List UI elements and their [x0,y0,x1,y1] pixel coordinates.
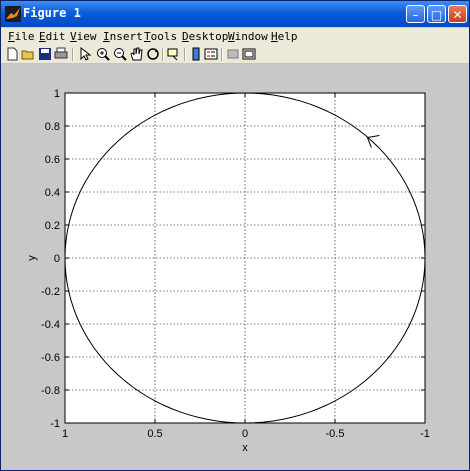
data-cursor-icon[interactable] [167,47,181,61]
colorbar-icon[interactable] [189,47,203,61]
y-tick-label: -1 [50,418,60,430]
y-tick-label: 0.2 [45,220,60,232]
menu-file[interactable]: File [8,30,35,43]
figure-canvas: 1 0.5 0 -0.5 -1 -1 -0.8 -0.6 -0.4 -0.2 0 0.2 0.4 0.6 0… [1,64,469,470]
toolbar-separator [72,48,74,61]
toolbar-separator [184,48,186,61]
legend-icon[interactable] [204,47,218,61]
hide-plot-tools-icon[interactable] [226,47,240,61]
menu-bar: File Edit View Insert Tools Desktop Wind… [1,28,469,46]
toolbar-separator [162,48,164,61]
y-tick-label: -0.4 [41,319,60,331]
y-tick-label: 0.4 [45,187,60,199]
y-tick-label: 0.6 [45,154,60,166]
toolbar-separator [221,48,223,61]
zoom-in-icon[interactable] [96,47,110,61]
menu-help[interactable]: Help [271,30,298,43]
menu-view[interactable]: View [70,30,97,43]
x-tick-label: -0.5 [326,428,345,440]
menu-tools[interactable]: Tools [144,30,177,43]
open-folder-icon[interactable] [21,47,35,61]
zoom-out-icon[interactable] [113,47,127,61]
rotate-3d-icon[interactable] [146,47,160,61]
y-tick-label: 0.8 [45,121,60,133]
figure-window: Figure 1 – □ ✕ File Edit View Insert Too… [0,0,470,471]
print-icon[interactable] [54,47,68,61]
y-axis-label: y [26,255,38,261]
maximize-button[interactable]: □ [427,5,446,23]
x-tick-label: 0 [242,428,248,440]
y-tick-label: -0.2 [41,286,60,298]
pointer-icon[interactable] [78,47,92,61]
window-title: Figure 1 [23,6,81,20]
menu-insert[interactable]: Insert [103,30,143,43]
close-button[interactable]: ✕ [448,5,467,23]
y-tick-label: -0.6 [41,352,60,364]
new-file-icon[interactable] [5,47,19,61]
show-plot-tools-icon[interactable] [242,47,256,61]
plot-axes[interactable]: 1 0.5 0 -0.5 -1 -1 -0.8 -0.6 -0.4 -0.2 0 0.2 0.4 0.6 0… [1,64,469,470]
pan-hand-icon[interactable] [129,47,143,61]
x-tick-label: 0.5 [147,428,162,440]
y-tick-label: 0 [54,253,60,265]
save-icon[interactable] [38,47,52,61]
title-bar[interactable]: Figure 1 – □ ✕ [1,1,469,27]
minimize-button[interactable]: – [406,5,425,23]
y-tick-label: -0.8 [41,385,60,397]
matlab-logo-icon [5,6,21,22]
menu-window[interactable]: Window [228,30,268,43]
menu-edit[interactable]: Edit [39,30,66,43]
x-axis-label: x [242,442,248,454]
y-tick-label: 1 [54,88,60,100]
menu-desktop[interactable]: Desktop [182,30,228,43]
x-tick-label: -1 [420,428,430,440]
figure-toolbar [1,46,469,64]
x-tick-label: 1 [62,428,68,440]
